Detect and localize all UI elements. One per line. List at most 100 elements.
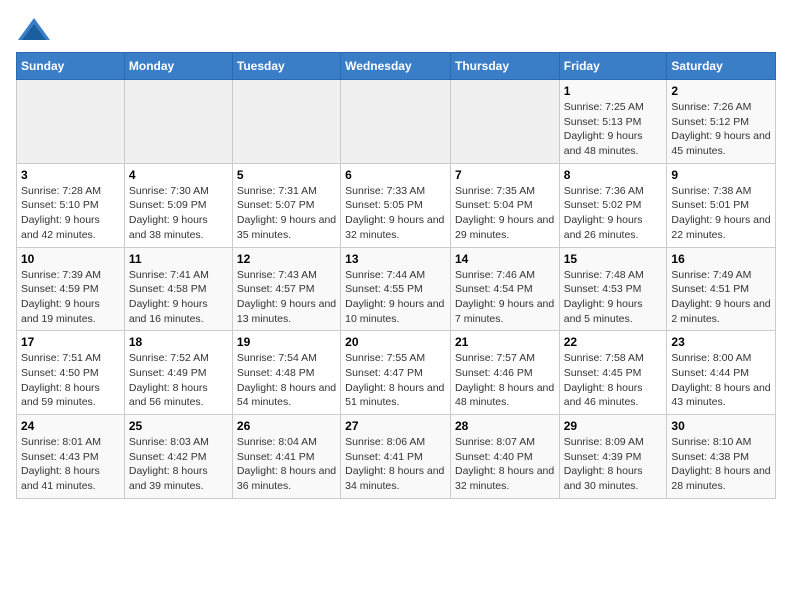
day-info: Sunrise: 7:26 AMSunset: 5:12 PMDaylight:…	[671, 100, 771, 159]
calendar-cell: 12 Sunrise: 7:43 AMSunset: 4:57 PMDayligh…	[232, 247, 340, 331]
calendar-cell: 10 Sunrise: 7:39 AMSunset: 4:59 PMDayligh…	[17, 247, 125, 331]
calendar-cell: 19 Sunrise: 7:54 AMSunset: 4:48 PMDayligh…	[232, 331, 340, 415]
calendar-cell: 17 Sunrise: 7:51 AMSunset: 4:50 PMDayligh…	[17, 331, 125, 415]
day-number: 10	[21, 252, 120, 266]
page-header	[16, 16, 776, 44]
day-info: Sunrise: 8:06 AMSunset: 4:41 PMDaylight:…	[345, 435, 446, 494]
day-number: 27	[345, 419, 446, 433]
calendar-cell: 29Sunrise: 8:09 AMSunset: 4:39 PMDayligh…	[559, 415, 667, 499]
calendar-cell: 5 Sunrise: 7:31 AMSunset: 5:07 PMDaylight…	[232, 163, 340, 247]
day-header-monday: Monday	[124, 53, 232, 80]
calendar-body: 1 Sunrise: 7:25 AMSunset: 5:13 PMDaylight…	[17, 80, 776, 499]
logo	[16, 16, 56, 44]
day-number: 8	[564, 168, 663, 182]
day-number: 18	[129, 335, 228, 349]
day-number: 26	[237, 419, 336, 433]
calendar-cell: 4Sunrise: 7:30 AMSunset: 5:09 PMDaylight…	[124, 163, 232, 247]
day-info: Sunrise: 8:01 AMSunset: 4:43 PMDaylight:…	[21, 435, 120, 494]
day-number: 2	[671, 84, 771, 98]
day-info: Sunrise: 7:52 AMSunset: 4:49 PMDaylight:…	[129, 351, 228, 410]
day-info: Sunrise: 7:31 AMSunset: 5:07 PMDaylight:…	[237, 184, 336, 243]
day-info: Sunrise: 7:36 AMSunset: 5:02 PMDaylight:…	[564, 184, 663, 243]
calendar-cell: 23Sunrise: 8:00 AMSunset: 4:44 PMDayligh…	[667, 331, 776, 415]
day-info: Sunrise: 7:30 AMSunset: 5:09 PMDaylight:…	[129, 184, 228, 243]
day-header-thursday: Thursday	[450, 53, 559, 80]
day-info: Sunrise: 7:55 AMSunset: 4:47 PMDaylight:…	[345, 351, 446, 410]
day-number: 22	[564, 335, 663, 349]
day-info: Sunrise: 7:38 AMSunset: 5:01 PMDaylight:…	[671, 184, 771, 243]
calendar-cell: 3 Sunrise: 7:28 AMSunset: 5:10 PMDaylight…	[17, 163, 125, 247]
calendar-week-row: 24 Sunrise: 8:01 AMSunset: 4:43 PMDayligh…	[17, 415, 776, 499]
day-number: 30	[671, 419, 771, 433]
day-info: Sunrise: 7:33 AMSunset: 5:05 PMDaylight:…	[345, 184, 446, 243]
day-number: 7	[455, 168, 555, 182]
calendar-cell: 9 Sunrise: 7:38 AMSunset: 5:01 PMDaylight…	[667, 163, 776, 247]
calendar-cell: 13 Sunrise: 7:44 AMSunset: 4:55 PMDayligh…	[341, 247, 451, 331]
calendar-cell	[17, 80, 125, 164]
day-header-tuesday: Tuesday	[232, 53, 340, 80]
day-info: Sunrise: 7:46 AMSunset: 4:54 PMDaylight:…	[455, 268, 555, 327]
day-number: 16	[671, 252, 771, 266]
calendar-cell: 15 Sunrise: 7:48 AMSunset: 4:53 PMDayligh…	[559, 247, 667, 331]
day-header-friday: Friday	[559, 53, 667, 80]
day-info: Sunrise: 7:54 AMSunset: 4:48 PMDaylight:…	[237, 351, 336, 410]
day-number: 9	[671, 168, 771, 182]
day-number: 21	[455, 335, 555, 349]
logo-icon	[16, 16, 52, 44]
calendar-cell	[341, 80, 451, 164]
day-number: 19	[237, 335, 336, 349]
calendar-cell: 28Sunrise: 8:07 AMSunset: 4:40 PMDayligh…	[450, 415, 559, 499]
calendar-week-row: 3 Sunrise: 7:28 AMSunset: 5:10 PMDaylight…	[17, 163, 776, 247]
day-info: Sunrise: 7:51 AMSunset: 4:50 PMDaylight:…	[21, 351, 120, 410]
calendar-week-row: 17 Sunrise: 7:51 AMSunset: 4:50 PMDayligh…	[17, 331, 776, 415]
day-header-wednesday: Wednesday	[341, 53, 451, 80]
day-number: 11	[129, 252, 228, 266]
day-info: Sunrise: 7:58 AMSunset: 4:45 PMDaylight:…	[564, 351, 663, 410]
calendar-header-row: SundayMondayTuesdayWednesdayThursdayFrid…	[17, 53, 776, 80]
calendar-cell: 8 Sunrise: 7:36 AMSunset: 5:02 PMDaylight…	[559, 163, 667, 247]
day-info: Sunrise: 7:25 AMSunset: 5:13 PMDaylight:…	[564, 100, 663, 159]
day-info: Sunrise: 8:04 AMSunset: 4:41 PMDaylight:…	[237, 435, 336, 494]
day-info: Sunrise: 8:00 AMSunset: 4:44 PMDaylight:…	[671, 351, 771, 410]
day-number: 25	[129, 419, 228, 433]
day-number: 20	[345, 335, 446, 349]
day-number: 24	[21, 419, 120, 433]
calendar-cell: 16 Sunrise: 7:49 AMSunset: 4:51 PMDayligh…	[667, 247, 776, 331]
calendar-cell: 21Sunrise: 7:57 AMSunset: 4:46 PMDayligh…	[450, 331, 559, 415]
calendar-cell	[450, 80, 559, 164]
day-number: 3	[21, 168, 120, 182]
calendar-cell	[232, 80, 340, 164]
calendar-cell	[124, 80, 232, 164]
calendar-cell: 7Sunrise: 7:35 AMSunset: 5:04 PMDaylight…	[450, 163, 559, 247]
day-number: 12	[237, 252, 336, 266]
day-info: Sunrise: 8:07 AMSunset: 4:40 PMDaylight:…	[455, 435, 555, 494]
calendar-cell: 30Sunrise: 8:10 AMSunset: 4:38 PMDayligh…	[667, 415, 776, 499]
calendar-cell: 14Sunrise: 7:46 AMSunset: 4:54 PMDayligh…	[450, 247, 559, 331]
calendar-cell: 24 Sunrise: 8:01 AMSunset: 4:43 PMDayligh…	[17, 415, 125, 499]
calendar-week-row: 1 Sunrise: 7:25 AMSunset: 5:13 PMDaylight…	[17, 80, 776, 164]
day-info: Sunrise: 7:48 AMSunset: 4:53 PMDaylight:…	[564, 268, 663, 327]
calendar-cell: 18 Sunrise: 7:52 AMSunset: 4:49 PMDayligh…	[124, 331, 232, 415]
calendar-cell: 1 Sunrise: 7:25 AMSunset: 5:13 PMDaylight…	[559, 80, 667, 164]
day-number: 15	[564, 252, 663, 266]
day-number: 5	[237, 168, 336, 182]
calendar-table: SundayMondayTuesdayWednesdayThursdayFrid…	[16, 52, 776, 499]
day-number: 13	[345, 252, 446, 266]
day-info: Sunrise: 7:44 AMSunset: 4:55 PMDaylight:…	[345, 268, 446, 327]
calendar-cell: 22 Sunrise: 7:58 AMSunset: 4:45 PMDayligh…	[559, 331, 667, 415]
day-info: Sunrise: 7:28 AMSunset: 5:10 PMDaylight:…	[21, 184, 120, 243]
day-header-saturday: Saturday	[667, 53, 776, 80]
calendar-cell: 20 Sunrise: 7:55 AMSunset: 4:47 PMDayligh…	[341, 331, 451, 415]
day-info: Sunrise: 7:39 AMSunset: 4:59 PMDaylight:…	[21, 268, 120, 327]
calendar-cell: 11 Sunrise: 7:41 AMSunset: 4:58 PMDayligh…	[124, 247, 232, 331]
calendar-week-row: 10 Sunrise: 7:39 AMSunset: 4:59 PMDayligh…	[17, 247, 776, 331]
day-info: Sunrise: 7:41 AMSunset: 4:58 PMDaylight:…	[129, 268, 228, 327]
calendar-cell: 26 Sunrise: 8:04 AMSunset: 4:41 PMDayligh…	[232, 415, 340, 499]
day-info: Sunrise: 8:09 AMSunset: 4:39 PMDaylight:…	[564, 435, 663, 494]
day-info: Sunrise: 8:03 AMSunset: 4:42 PMDaylight:…	[129, 435, 228, 494]
day-number: 17	[21, 335, 120, 349]
day-number: 1	[564, 84, 663, 98]
calendar-cell: 27 Sunrise: 8:06 AMSunset: 4:41 PMDayligh…	[341, 415, 451, 499]
day-info: Sunrise: 7:49 AMSunset: 4:51 PMDaylight:…	[671, 268, 771, 327]
day-info: Sunrise: 7:43 AMSunset: 4:57 PMDaylight:…	[237, 268, 336, 327]
